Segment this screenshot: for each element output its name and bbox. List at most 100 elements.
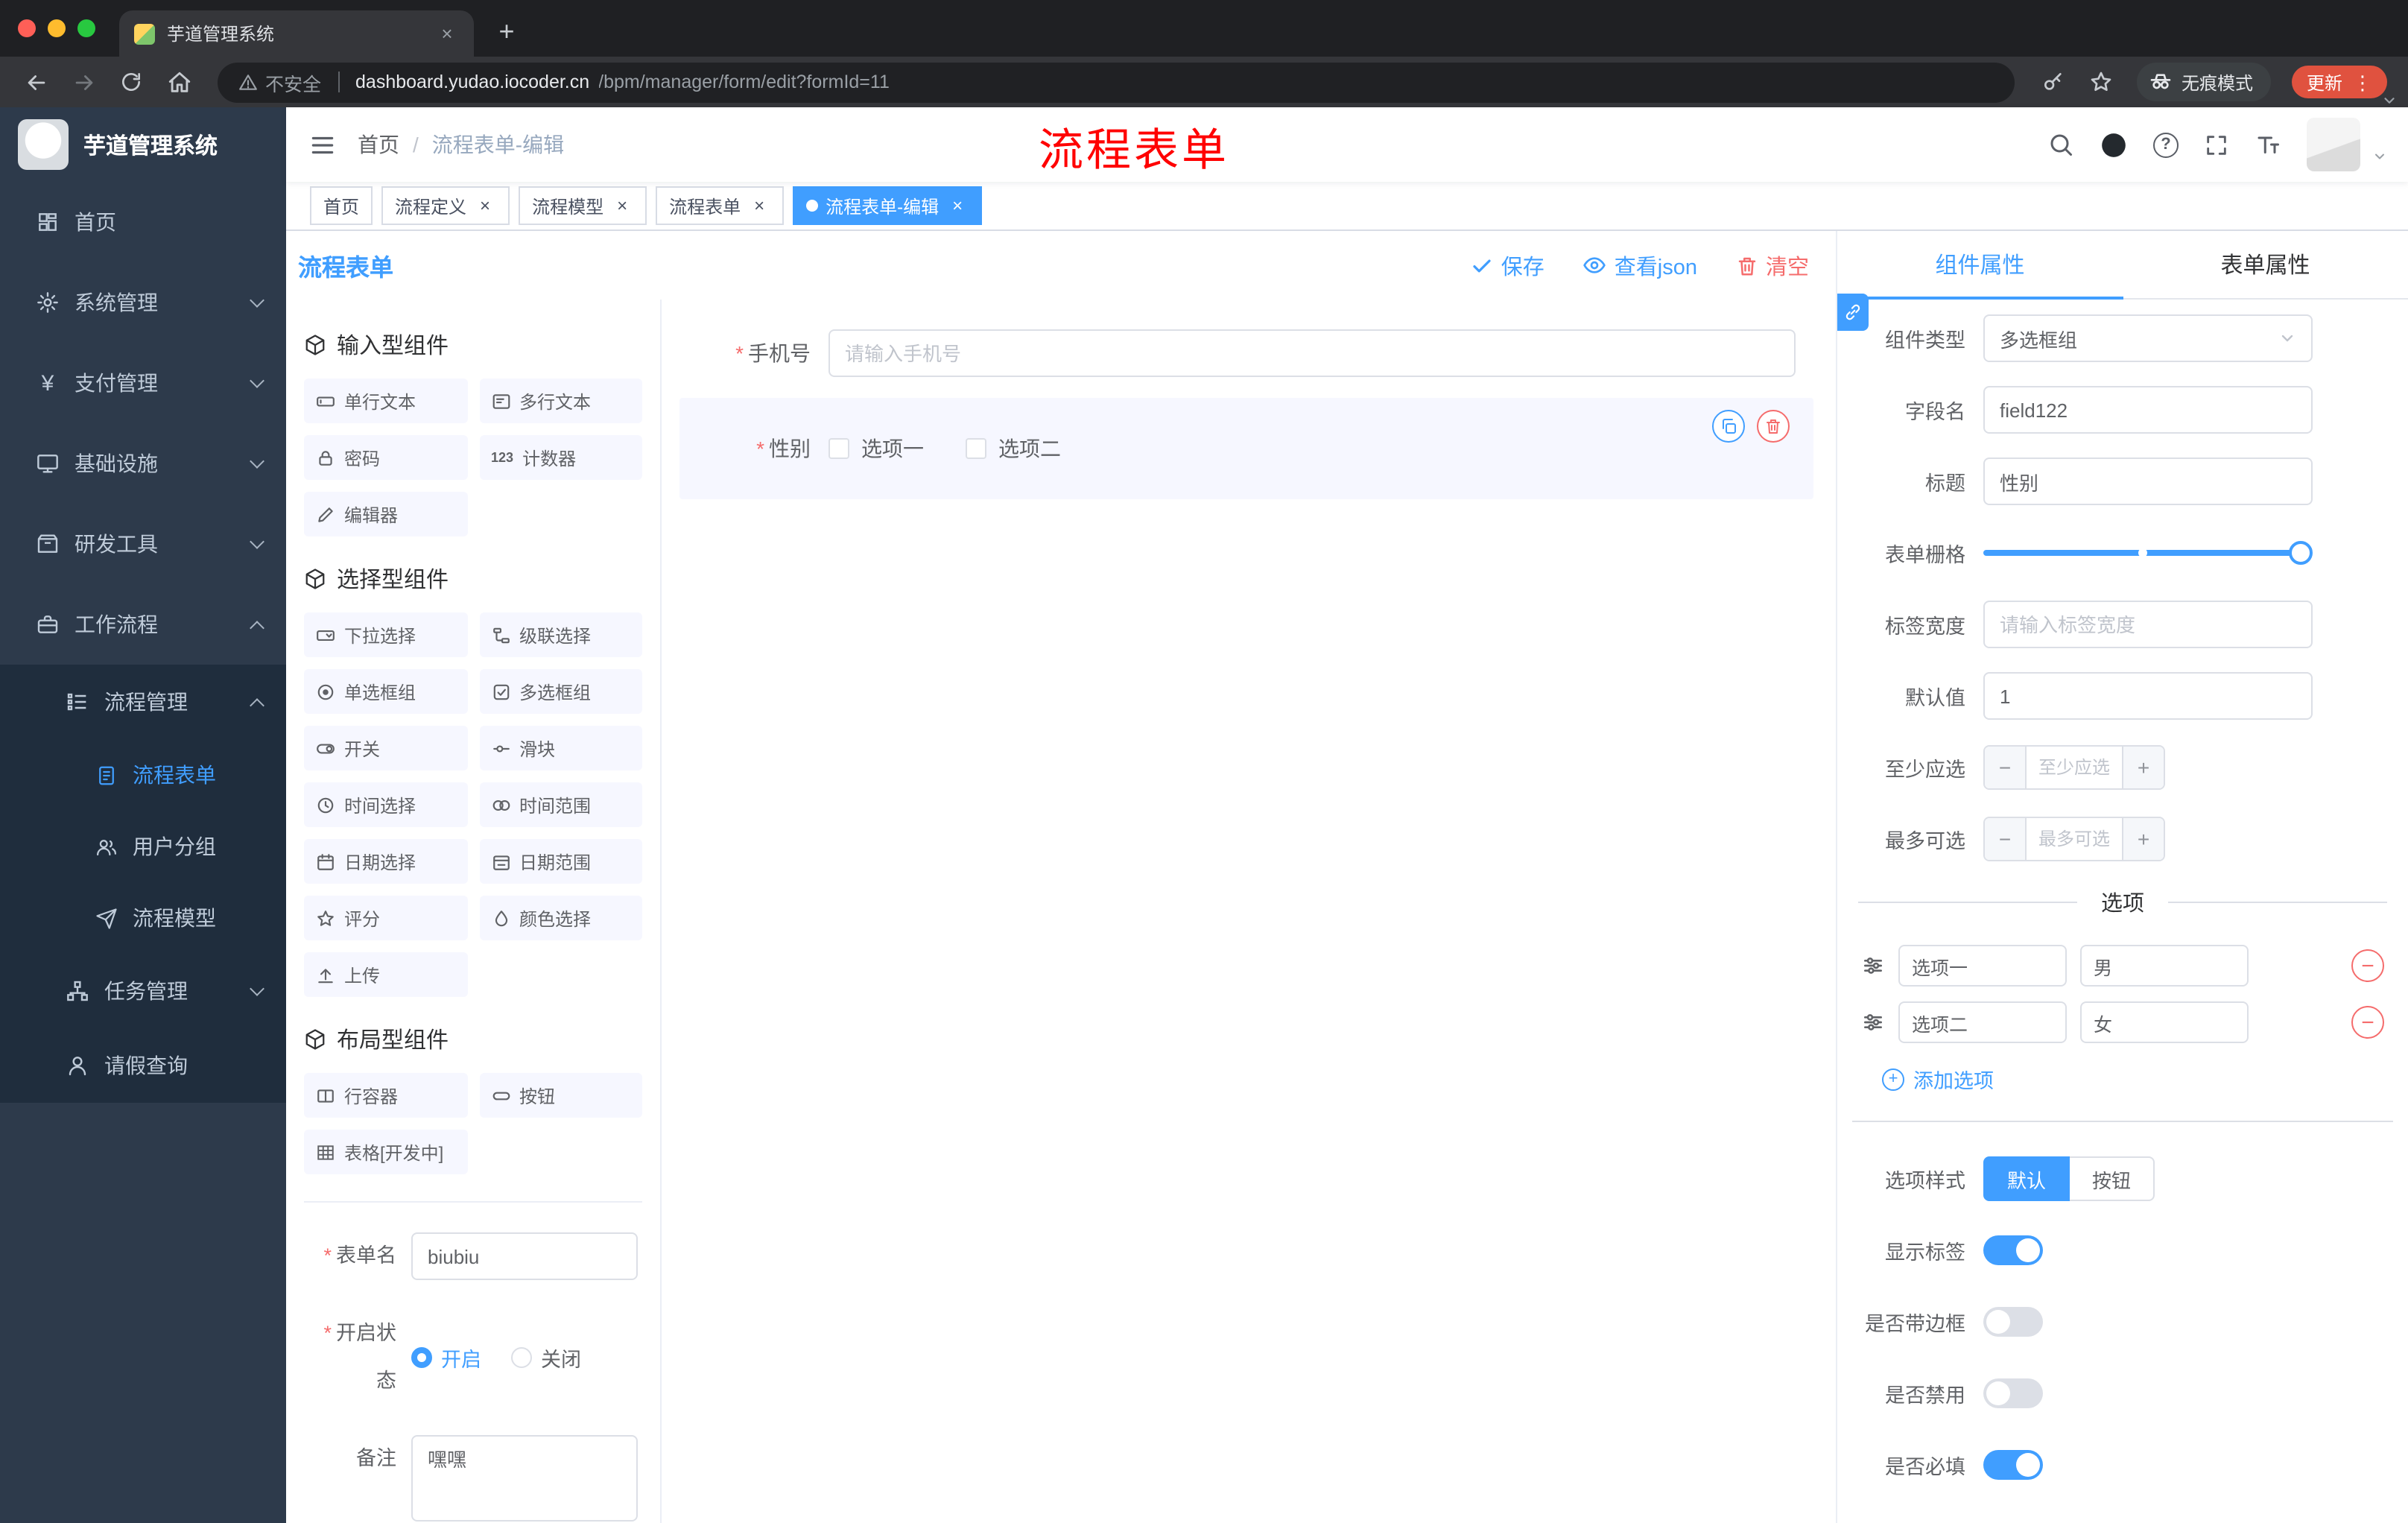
palette-item-time-range[interactable]: 时间范围 bbox=[479, 782, 642, 827]
view-json-button[interactable]: 查看json bbox=[1583, 250, 1697, 281]
update-chrome-button[interactable]: 更新 ⋮ bbox=[2291, 66, 2387, 98]
sidebar-item-leave-query[interactable]: 请假查询 bbox=[0, 1028, 286, 1103]
option-value-input[interactable] bbox=[2080, 945, 2249, 987]
sidebar-item-process-form[interactable]: 流程表单 bbox=[0, 739, 286, 811]
palette-item-row-container[interactable]: 行容器 bbox=[304, 1073, 467, 1118]
palette-item-select[interactable]: 下拉选择 bbox=[304, 612, 467, 657]
home-button[interactable] bbox=[158, 61, 200, 103]
remove-option-button[interactable]: − bbox=[2351, 1006, 2384, 1039]
palette-item-counter[interactable]: 123 计数器 bbox=[479, 435, 642, 480]
increment-button[interactable]: + bbox=[2122, 747, 2164, 788]
security-status[interactable]: 不安全 bbox=[238, 68, 321, 96]
clear-button[interactable]: 清空 bbox=[1736, 250, 1809, 281]
sidebar-item-task-management[interactable]: 任务管理 bbox=[0, 954, 286, 1028]
sidebar-item-user-groups[interactable]: 用户分组 bbox=[0, 811, 286, 882]
palette-item-password[interactable]: 密码 bbox=[304, 435, 467, 480]
sidebar-item-process-management[interactable]: 流程管理 bbox=[0, 665, 286, 739]
palette-item-button[interactable]: 按钮 bbox=[479, 1073, 642, 1118]
checkbox-box[interactable] bbox=[828, 438, 849, 459]
palette-item-rate[interactable]: 评分 bbox=[304, 896, 467, 940]
checkbox-box[interactable] bbox=[966, 438, 986, 459]
tag-process-form-edit[interactable]: 流程表单-编辑 × bbox=[793, 186, 983, 225]
slider-handle[interactable] bbox=[2289, 541, 2313, 565]
copy-field-button[interactable] bbox=[1712, 410, 1745, 443]
search-icon[interactable] bbox=[2047, 131, 2074, 158]
increment-button[interactable]: + bbox=[2122, 818, 2164, 860]
label-width-input[interactable] bbox=[1983, 601, 2313, 648]
option-name-input[interactable] bbox=[1898, 945, 2067, 987]
sidebar-item-home[interactable]: 首页 bbox=[0, 182, 286, 262]
palette-item-time-picker[interactable]: 时间选择 bbox=[304, 782, 467, 827]
sidebar-item-payment-management[interactable]: ¥ 支付管理 bbox=[0, 343, 286, 423]
selected-field-gender[interactable]: * 性别 选项一 选项二 bbox=[679, 398, 1813, 499]
disabled-toggle[interactable] bbox=[1983, 1378, 2043, 1408]
palette-item-checkbox-group[interactable]: 多选框组 bbox=[479, 669, 642, 714]
palette-item-cascader[interactable]: 级联选择 bbox=[479, 612, 642, 657]
checkbox-option-1[interactable]: 选项一 bbox=[828, 434, 924, 463]
palette-item-editor[interactable]: 编辑器 bbox=[304, 492, 467, 536]
palette-item-multi-line-text[interactable]: 多行文本 bbox=[479, 379, 642, 423]
font-size-icon[interactable] bbox=[2255, 131, 2281, 158]
avatar[interactable] bbox=[2307, 118, 2360, 171]
browser-menu-icon[interactable]: ⋮ bbox=[2353, 72, 2372, 92]
back-button[interactable] bbox=[15, 61, 57, 103]
palette-item-single-line-text[interactable]: 单行文本 bbox=[304, 379, 467, 423]
min-select-input[interactable] bbox=[2027, 747, 2122, 788]
palette-item-date-picker[interactable]: 日期选择 bbox=[304, 839, 467, 884]
tag-process-definition[interactable]: 流程定义 × bbox=[381, 186, 510, 225]
tag-process-model[interactable]: 流程模型 × bbox=[519, 186, 647, 225]
browser-tab[interactable]: 芋道管理系统 × bbox=[119, 10, 474, 57]
breadcrumb-home[interactable]: 首页 bbox=[358, 130, 399, 159]
default-value-input[interactable] bbox=[1983, 672, 2313, 720]
palette-item-date-range[interactable]: 日期范围 bbox=[479, 839, 642, 884]
tab-close-icon[interactable]: × bbox=[435, 22, 459, 45]
radio-open[interactable]: 开启 bbox=[411, 1343, 481, 1372]
form-name-input[interactable] bbox=[411, 1232, 638, 1280]
radio-closed[interactable]: 关闭 bbox=[511, 1343, 581, 1372]
bookmark-star-icon[interactable] bbox=[2080, 61, 2122, 103]
sidebar-item-process-model[interactable]: 流程模型 bbox=[0, 882, 286, 954]
tag-close-icon[interactable]: × bbox=[474, 194, 496, 217]
sidebar-item-workflow[interactable]: 工作流程 bbox=[0, 584, 286, 665]
link-badge[interactable] bbox=[1837, 294, 1869, 331]
option-style-button[interactable]: 按钮 bbox=[2070, 1156, 2155, 1201]
option-value-input[interactable] bbox=[2080, 1001, 2249, 1043]
window-minimize-button[interactable] bbox=[48, 19, 66, 37]
reload-button[interactable] bbox=[110, 61, 152, 103]
show-label-toggle[interactable] bbox=[1983, 1235, 2043, 1265]
tag-close-icon[interactable]: × bbox=[748, 194, 770, 217]
tab-component-props[interactable]: 组件属性 bbox=[1837, 231, 2123, 300]
hamburger-icon[interactable] bbox=[286, 107, 358, 182]
palette-item-slider[interactable]: 滑块 bbox=[479, 726, 642, 770]
fullscreen-icon[interactable] bbox=[2204, 132, 2229, 157]
forward-button[interactable] bbox=[63, 61, 104, 103]
field-phone[interactable]: * 手机号 bbox=[679, 329, 1813, 377]
window-close-button[interactable] bbox=[18, 19, 36, 37]
drag-handle-icon[interactable] bbox=[1861, 954, 1885, 978]
required-toggle[interactable] bbox=[1983, 1450, 2043, 1480]
github-icon[interactable] bbox=[2100, 130, 2128, 159]
save-button[interactable]: 保存 bbox=[1471, 250, 1544, 281]
decrement-button[interactable]: − bbox=[1985, 747, 2027, 788]
tag-close-icon[interactable]: × bbox=[946, 194, 969, 217]
checkbox-option-2[interactable]: 选项二 bbox=[966, 434, 1061, 463]
palette-item-upload[interactable]: 上传 bbox=[304, 952, 467, 997]
toolbar-chevron-down-icon[interactable] bbox=[2381, 92, 2398, 109]
add-option-button[interactable]: + 添加选项 bbox=[1837, 1064, 2408, 1094]
max-select-input[interactable] bbox=[2027, 818, 2122, 860]
component-type-select[interactable]: 多选框组 bbox=[1983, 314, 2313, 362]
sidebar-item-infrastructure[interactable]: 基础设施 bbox=[0, 423, 286, 504]
title-input[interactable] bbox=[1983, 457, 2313, 505]
palette-item-table[interactable]: 表格[开发中] bbox=[304, 1130, 467, 1174]
tag-close-icon[interactable]: × bbox=[611, 194, 633, 217]
app-logo[interactable]: 芋道管理系统 bbox=[0, 107, 286, 182]
sidebar-item-dev-tools[interactable]: 研发工具 bbox=[0, 504, 286, 584]
address-bar[interactable]: 不安全 dashboard.yudao.iocoder.cn /bpm/mana… bbox=[218, 62, 2015, 102]
help-icon[interactable]: ? bbox=[2153, 132, 2179, 157]
sidebar-item-system-management[interactable]: 系统管理 bbox=[0, 262, 286, 343]
option-style-default[interactable]: 默认 bbox=[1983, 1156, 2070, 1201]
palette-item-color-picker[interactable]: 颜色选择 bbox=[479, 896, 642, 940]
tag-home[interactable]: 首页 bbox=[310, 186, 373, 225]
decrement-button[interactable]: − bbox=[1985, 818, 2027, 860]
tag-process-form[interactable]: 流程表单 × bbox=[656, 186, 785, 225]
